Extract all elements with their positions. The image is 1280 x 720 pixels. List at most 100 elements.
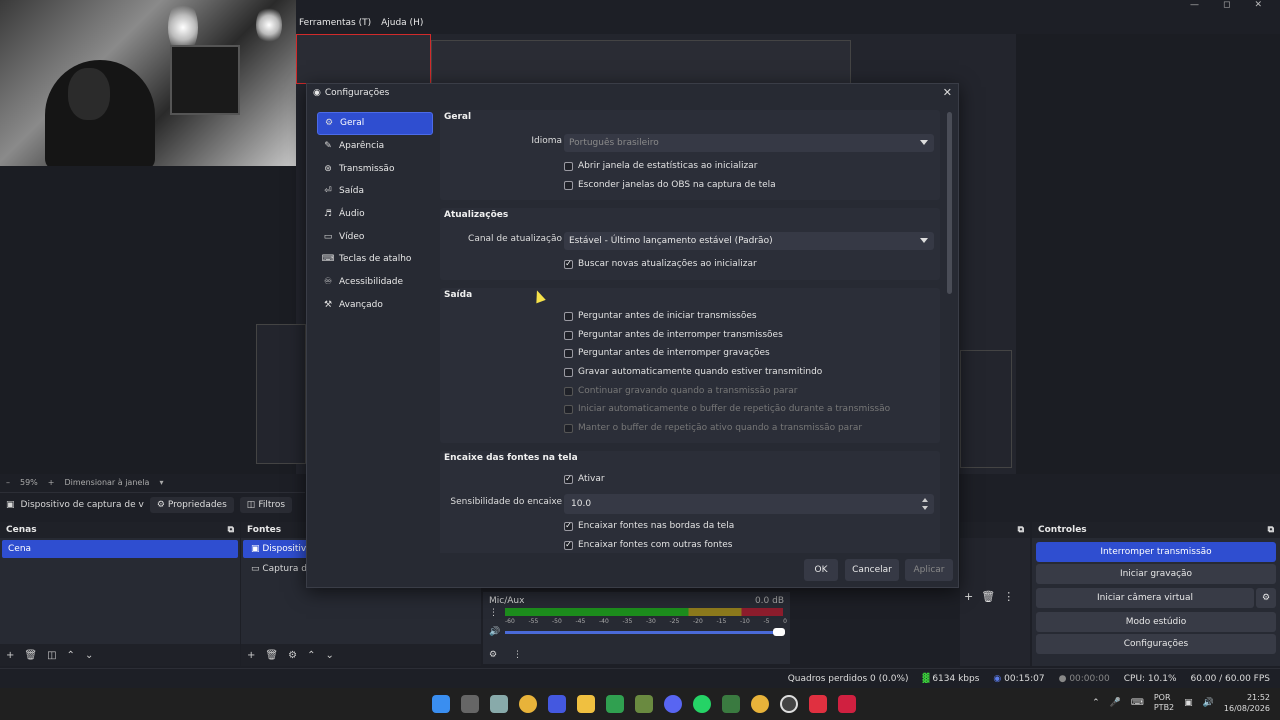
- checkbox-checked[interactable]: ✓: [564, 259, 573, 269]
- minimize-icon[interactable]: —: [1190, 0, 1199, 14]
- update-channel-select[interactable]: Estável - Último lançamento estável (Pad…: [564, 232, 934, 250]
- obs-icon[interactable]: [779, 695, 798, 713]
- dock-float-icon[interactable]: ⧉: [1268, 525, 1274, 535]
- filters-button[interactable]: ◫ Filtros: [239, 496, 293, 513]
- check-snapping-enable[interactable]: ✓ Ativar: [564, 474, 605, 484]
- language-select[interactable]: Português brasileiro: [564, 134, 934, 152]
- trash-icon[interactable]: 🗑: [265, 650, 278, 661]
- chrome-icon[interactable]: [518, 695, 537, 713]
- maximize-icon[interactable]: ◻: [1223, 0, 1230, 14]
- mic-icon[interactable]: 🎤: [1110, 698, 1121, 708]
- start-icon[interactable]: [431, 695, 450, 713]
- store-icon[interactable]: [460, 695, 479, 713]
- volume-slider[interactable]: [505, 631, 785, 634]
- check-snap-other-sources[interactable]: ✓ Encaixar fontes com outras fontes: [564, 540, 732, 550]
- checkbox[interactable]: [564, 348, 573, 358]
- checkbox[interactable]: [564, 367, 573, 377]
- volume-icon[interactable]: 🔊: [1203, 698, 1214, 708]
- check-confirm-start-stream[interactable]: Perguntar antes de iniciar transmissões: [564, 311, 757, 321]
- nav-item-audio[interactable]: ♬ Áudio: [317, 203, 433, 226]
- mixer-menu-icon[interactable]: ⋮: [513, 650, 522, 660]
- checkbox[interactable]: [564, 311, 573, 321]
- spin-up-icon[interactable]: [922, 498, 928, 502]
- snap-sensitivity-input[interactable]: 10.0: [564, 494, 934, 514]
- arrow-down-icon[interactable]: ⌄: [325, 650, 333, 661]
- start-recording-button[interactable]: Iniciar gravação: [1036, 564, 1276, 584]
- zoom-mode[interactable]: Dimensionar à janela: [64, 478, 149, 487]
- check-confirm-stop-stream[interactable]: Perguntar antes de interromper transmiss…: [564, 330, 783, 340]
- app-red-icon[interactable]: [808, 695, 827, 713]
- properties-button[interactable]: ⚙ Propriedades: [149, 496, 234, 513]
- more-options-icon[interactable]: ⋮: [1003, 590, 1014, 603]
- studio-mode-button[interactable]: Modo estúdio: [1036, 612, 1276, 632]
- scene-item[interactable]: Cena: [2, 540, 238, 558]
- photos-icon[interactable]: [489, 695, 508, 713]
- menu-tools[interactable]: Ferramentas (T): [299, 18, 371, 28]
- checkbox-checked[interactable]: ✓: [564, 540, 573, 550]
- dock-float-icon[interactable]: ⧉: [1018, 525, 1024, 535]
- folder-icon[interactable]: [576, 695, 595, 713]
- nav-item-avancado[interactable]: ⚒ Avançado: [317, 294, 433, 317]
- menu-help[interactable]: Ajuda (H): [381, 18, 423, 28]
- more-options-icon[interactable]: ⋮: [489, 608, 498, 618]
- dock-float-icon[interactable]: ⧉: [228, 525, 234, 535]
- stop-stream-button[interactable]: Interromper transmissão: [1036, 542, 1276, 562]
- speaker-icon[interactable]: 🔊: [489, 627, 500, 637]
- nav-item-geral[interactable]: ⚙ Geral: [317, 112, 433, 135]
- filter-icon[interactable]: ◫: [47, 650, 56, 661]
- zoom-out-icon[interactable]: –: [6, 478, 10, 487]
- zoom-in-icon[interactable]: +: [48, 478, 55, 487]
- spreadsheet-icon[interactable]: [721, 695, 740, 713]
- close-icon[interactable]: ✕: [1254, 0, 1262, 14]
- arrow-down-icon[interactable]: ⌄: [85, 650, 93, 661]
- whatsapp-icon[interactable]: [692, 695, 711, 713]
- clock[interactable]: 21:52 16/08/2026: [1224, 692, 1270, 714]
- chevron-down-icon[interactable]: ▾: [159, 478, 163, 487]
- mixer-gear-icon[interactable]: ⚙: [489, 650, 497, 660]
- trash-icon[interactable]: 🗑: [981, 590, 995, 603]
- apply-button[interactable]: Aplicar: [905, 559, 953, 581]
- nav-item-saida[interactable]: ⏎ Saída: [317, 180, 433, 203]
- game-icon[interactable]: [605, 695, 624, 713]
- checkbox-checked[interactable]: ✓: [564, 521, 573, 531]
- keyboard-icon[interactable]: ⌨: [1131, 698, 1144, 708]
- nav-item-aparencia[interactable]: ✎ Aparência: [317, 135, 433, 158]
- checkbox[interactable]: [564, 330, 573, 340]
- add-icon[interactable]: +: [247, 650, 255, 661]
- trash-icon[interactable]: 🗑: [24, 650, 37, 661]
- ok-button[interactable]: OK: [804, 559, 838, 581]
- add-icon[interactable]: +: [964, 590, 973, 603]
- checkbox[interactable]: [564, 161, 573, 171]
- gear-icon[interactable]: ⚙: [288, 650, 297, 661]
- settings-scrollbar[interactable]: [947, 112, 952, 294]
- check-snap-screen-edges[interactable]: ✓ Encaixar fontes nas bordas da tela: [564, 521, 734, 531]
- check-auto-updates[interactable]: ✓ Buscar novas atualizações ao inicializa…: [564, 259, 757, 269]
- add-icon[interactable]: +: [6, 650, 14, 661]
- cancel-button[interactable]: Cancelar: [845, 559, 899, 581]
- app-icon[interactable]: [547, 695, 566, 713]
- dialog-close-icon[interactable]: ✕: [943, 86, 952, 99]
- arrow-up-icon[interactable]: ⌃: [67, 650, 75, 661]
- arrow-up-icon[interactable]: ⌃: [307, 650, 315, 661]
- discord-icon[interactable]: [663, 695, 682, 713]
- start-virtual-camera-button[interactable]: Iniciar câmera virtual: [1036, 588, 1254, 608]
- check-hide-obs-windows[interactable]: Esconder janelas do OBS na captura de te…: [564, 180, 776, 190]
- chevron-up-icon[interactable]: ⌃: [1092, 698, 1100, 708]
- nav-item-hotkeys[interactable]: ⌨ Teclas de atalho: [317, 248, 433, 271]
- network-icon[interactable]: ▣: [1184, 698, 1193, 708]
- check-stats-window[interactable]: Abrir janela de estatísticas ao iniciali…: [564, 161, 757, 171]
- settings-button[interactable]: Configurações: [1036, 634, 1276, 654]
- input-language[interactable]: POR PTB2: [1154, 693, 1174, 713]
- minecraft-icon[interactable]: [634, 695, 653, 713]
- nav-item-video[interactable]: ▭ Vídeo: [317, 225, 433, 248]
- spin-down-icon[interactable]: [922, 506, 928, 510]
- check-auto-record[interactable]: Gravar automaticamente quando estiver tr…: [564, 367, 822, 377]
- nav-item-acessibilidade[interactable]: ♾ Acessibilidade: [317, 271, 433, 294]
- checkbox[interactable]: [564, 180, 573, 190]
- volume-slider-handle[interactable]: [773, 628, 785, 636]
- checkbox-checked[interactable]: ✓: [564, 474, 573, 484]
- check-confirm-stop-recording[interactable]: Perguntar antes de interromper gravações: [564, 348, 770, 358]
- nav-item-transmissao[interactable]: ⊛ Transmissão: [317, 157, 433, 180]
- virtual-camera-gear-icon[interactable]: ⚙: [1256, 588, 1276, 608]
- chrome-icon-2[interactable]: [750, 695, 769, 713]
